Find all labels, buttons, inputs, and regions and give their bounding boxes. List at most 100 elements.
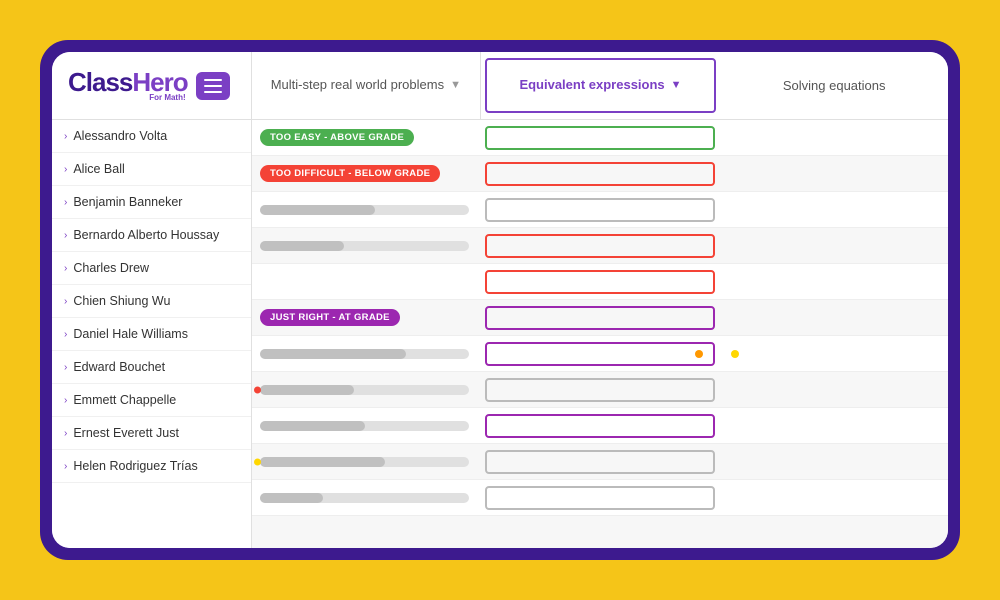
- cell-col2: [477, 482, 723, 514]
- cell-col3: [723, 242, 948, 250]
- chevron-right-icon: ›: [64, 296, 67, 307]
- tab-equivalent-expressions[interactable]: Equivalent expressions ▼: [485, 58, 717, 113]
- student-item[interactable]: › Ernest Everett Just: [52, 417, 251, 450]
- progress-fill: [260, 241, 344, 251]
- progress-outlined: [485, 162, 715, 186]
- cell-col1: [252, 237, 477, 255]
- cell-col2: [477, 410, 723, 442]
- chevron-right-icon: ›: [64, 329, 67, 340]
- progress-fill: [260, 457, 385, 467]
- cell-col3: [723, 386, 948, 394]
- tab-equivalent-chevron: ▼: [671, 78, 682, 92]
- cell-col3: [723, 170, 948, 178]
- student-list: › Alessandro Volta › Alice Ball › Benjam…: [52, 120, 252, 548]
- cell-col1: [252, 201, 477, 219]
- cell-col1: JUST RIGHT - AT GRADE: [252, 305, 477, 330]
- progress-bar: [260, 493, 469, 503]
- student-item[interactable]: › Edward Bouchet: [52, 351, 251, 384]
- progress-outlined: [485, 126, 715, 150]
- table-row: [252, 336, 948, 372]
- logo-area: ClassHero For Math!: [52, 52, 252, 119]
- progress-fill: [260, 421, 365, 431]
- student-item[interactable]: › Charles Drew: [52, 252, 251, 285]
- progress-bar: [260, 421, 469, 431]
- tab-multi-step[interactable]: Multi-step real world problems ▼: [252, 52, 481, 119]
- logo: ClassHero For Math!: [68, 69, 188, 102]
- progress-outlined: [485, 414, 715, 438]
- table-row: [252, 372, 948, 408]
- cell-col3: [723, 134, 948, 142]
- progress-fill: [260, 385, 354, 395]
- cell-col3: [723, 206, 948, 214]
- progress-fill: [260, 493, 323, 503]
- outer-frame: ClassHero For Math! Multi-step real worl…: [40, 40, 960, 560]
- cell-col3: [723, 314, 948, 322]
- cell-col2: [477, 374, 723, 406]
- progress-outlined: [485, 342, 715, 366]
- progress-bar: [260, 349, 469, 359]
- chevron-right-icon: ›: [64, 395, 67, 406]
- cell-col1: [252, 489, 477, 507]
- table-row: [252, 408, 948, 444]
- student-name: Ernest Everett Just: [73, 426, 179, 440]
- too-easy-badge: TOO EASY - ABOVE GRADE: [260, 129, 414, 146]
- tab-area: Multi-step real world problems ▼ Equival…: [252, 52, 948, 119]
- student-item[interactable]: › Benjamin Banneker: [52, 186, 251, 219]
- tab-multi-step-chevron: ▼: [450, 78, 461, 92]
- cell-col2: [477, 302, 723, 334]
- progress-outlined: [485, 378, 715, 402]
- cell-col1: TOO EASY - ABOVE GRADE: [252, 125, 477, 150]
- chevron-right-icon: ›: [64, 362, 67, 373]
- cell-col3: [723, 422, 948, 430]
- cell-col3: [723, 278, 948, 286]
- student-item[interactable]: › Chien Shiung Wu: [52, 285, 251, 318]
- progress-fill: [260, 205, 375, 215]
- just-right-badge: JUST RIGHT - AT GRADE: [260, 309, 400, 326]
- student-item[interactable]: › Emmett Chappelle: [52, 384, 251, 417]
- student-item[interactable]: › Daniel Hale Williams: [52, 318, 251, 351]
- cell-col1: [252, 453, 477, 471]
- progress-outlined: [485, 198, 715, 222]
- cell-col3: [723, 346, 948, 362]
- tab-solving-equations[interactable]: Solving equations: [720, 52, 948, 119]
- table-row: [252, 192, 948, 228]
- table-row: [252, 444, 948, 480]
- too-difficult-badge: TOO DIFFICULT - BELOW GRADE: [260, 165, 440, 182]
- progress-bar: [260, 205, 469, 215]
- progress-bar: [260, 457, 469, 467]
- student-name: Charles Drew: [73, 261, 149, 275]
- student-name: Chien Shiung Wu: [73, 294, 170, 308]
- tab-multi-step-label: Multi-step real world problems: [271, 77, 444, 94]
- table-row: [252, 264, 948, 300]
- student-item[interactable]: › Bernardo Alberto Houssay: [52, 219, 251, 252]
- table-row: JUST RIGHT - AT GRADE: [252, 300, 948, 336]
- chevron-right-icon: ›: [64, 131, 67, 142]
- cell-col1: [252, 345, 477, 363]
- inner-card: ClassHero For Math! Multi-step real worl…: [52, 52, 948, 548]
- menu-button[interactable]: [196, 72, 230, 100]
- student-name: Emmett Chappelle: [73, 393, 176, 407]
- student-item[interactable]: › Alessandro Volta: [52, 120, 251, 153]
- cell-col2: [477, 158, 723, 190]
- progress-bar: [260, 385, 469, 395]
- chevron-right-icon: ›: [64, 263, 67, 274]
- student-name: Alice Ball: [73, 162, 124, 176]
- cell-col1: TOO DIFFICULT - BELOW GRADE: [252, 161, 477, 186]
- progress-outlined: [485, 270, 715, 294]
- student-name: Daniel Hale Williams: [73, 327, 188, 341]
- header: ClassHero For Math! Multi-step real worl…: [52, 52, 948, 120]
- cell-col2: [477, 230, 723, 262]
- student-name: Bernardo Alberto Houssay: [73, 228, 219, 242]
- cell-col3: [723, 458, 948, 466]
- student-name: Benjamin Banneker: [73, 195, 182, 209]
- tab-solving-label: Solving equations: [783, 78, 886, 93]
- cell-col2: [477, 122, 723, 154]
- student-item[interactable]: › Helen Rodriguez Trías: [52, 450, 251, 483]
- progress-bar: [260, 241, 469, 251]
- cell-col1: [252, 278, 477, 286]
- progress-fill: [260, 349, 406, 359]
- table-row: [252, 228, 948, 264]
- student-item[interactable]: › Alice Ball: [52, 153, 251, 186]
- student-name: Alessandro Volta: [73, 129, 167, 143]
- menu-icon-line3: [204, 91, 222, 93]
